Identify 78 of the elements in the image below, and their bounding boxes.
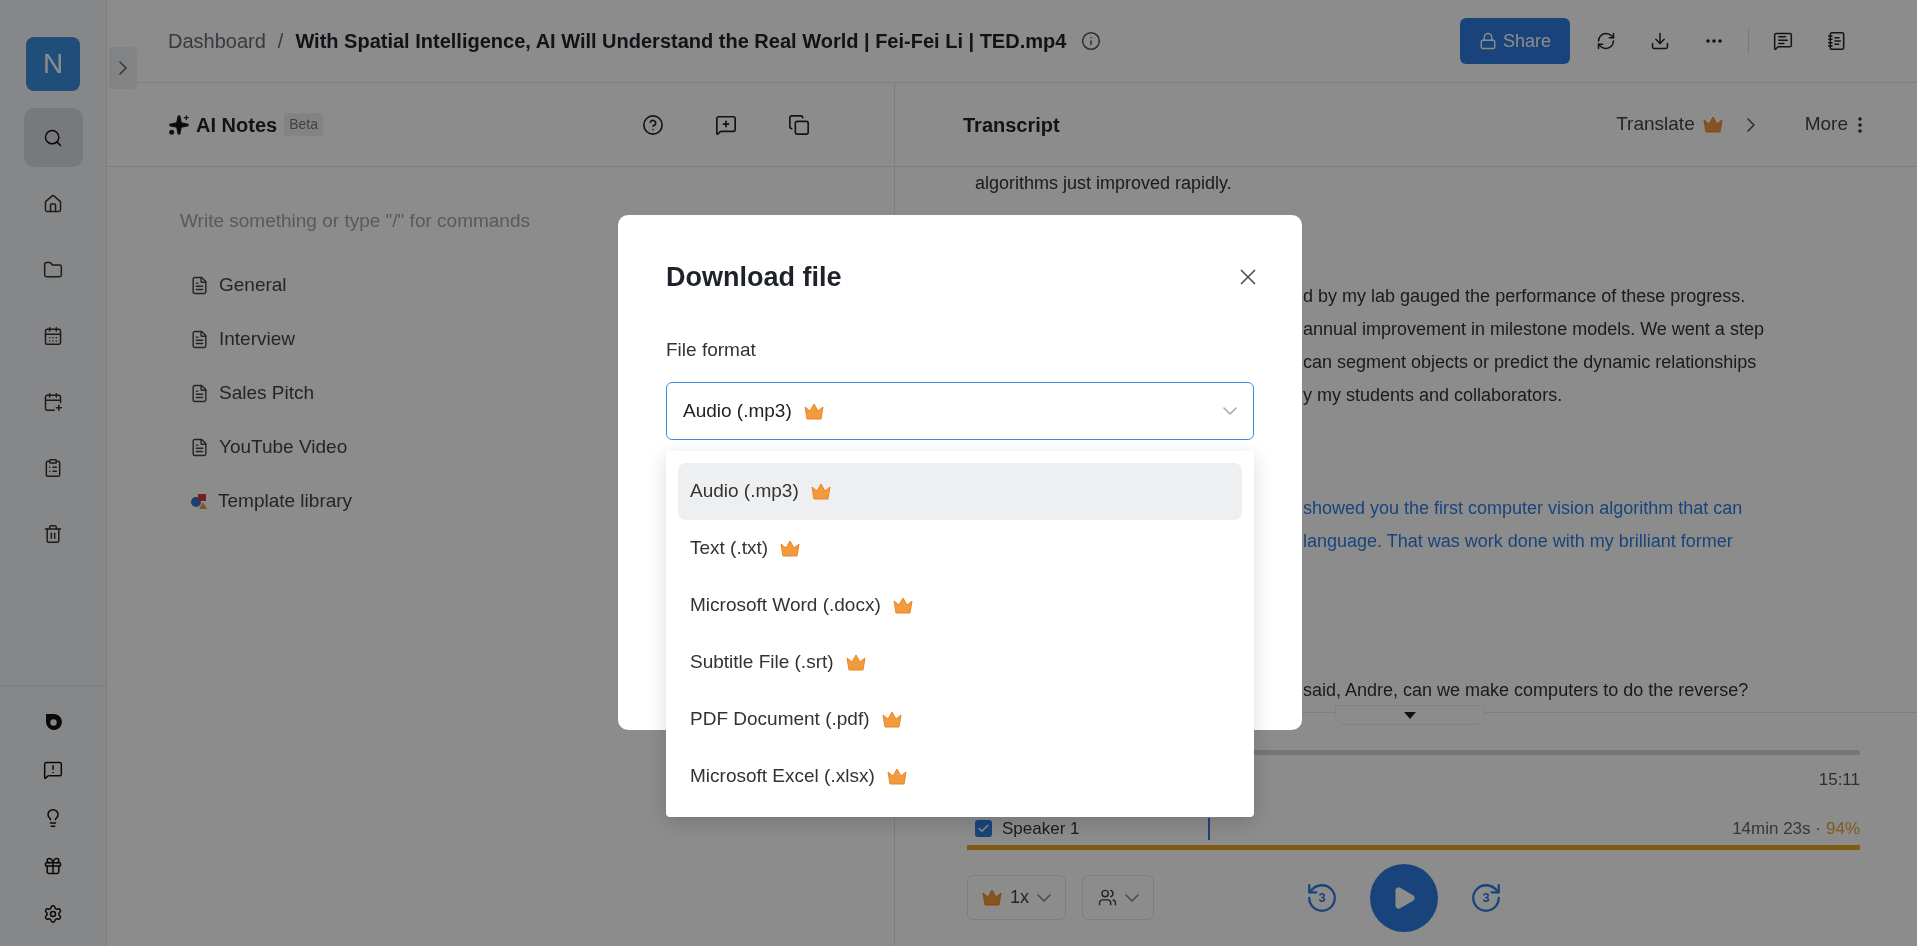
format-option[interactable]: PDF Document (.pdf) (678, 691, 1242, 748)
settings-icon (43, 904, 63, 924)
check-icon (977, 822, 990, 835)
format-option[interactable]: Microsoft Excel (.xlsx) (678, 748, 1242, 805)
crown-icon (982, 889, 1002, 906)
crown-icon (1702, 116, 1723, 133)
chevron-down-icon (1124, 893, 1139, 902)
duration-text: 15:11 (1818, 769, 1860, 791)
feedback-icon (43, 760, 63, 780)
info-icon (1081, 31, 1102, 51)
speaker-share: 94% (1825, 817, 1860, 840)
speakers-button[interactable] (1082, 875, 1154, 920)
shapes-icon (190, 492, 208, 510)
ellipsis-icon (1706, 39, 1722, 43)
folder-icon (43, 259, 63, 280)
transcript-paragraph: d by my lab gauged the performance of these progress. annual improvement in milestone models. We went a step can segment objects or predict the dynamic relationships y my students and collaborators. (1303, 285, 1765, 407)
file-title: With Spatial Intelligence, AI Will Understand the Real World | Fei-Fei Li | TED.mp4 (295, 29, 1067, 54)
crown-icon (845, 654, 866, 671)
format-option[interactable]: Text (.txt) (678, 520, 1242, 577)
skip-back-button[interactable]: 3 (1304, 879, 1340, 916)
chevron-down-icon (1223, 407, 1237, 415)
share-button[interactable]: Share (1460, 18, 1570, 64)
people-icon (1097, 888, 1117, 907)
format-select[interactable]: Audio (.mp3) (666, 382, 1254, 440)
comment-icon (1773, 31, 1793, 51)
dialog-title: Download file (666, 261, 842, 294)
panel-title: AI Notes (196, 112, 278, 138)
document-icon (190, 437, 209, 457)
trash-icon (43, 523, 63, 544)
notebook-icon (1827, 31, 1847, 51)
speed-button[interactable]: 1x (967, 875, 1066, 920)
beta-badge: Beta (284, 113, 323, 136)
speaker-name: Speaker 1 (1002, 817, 1080, 840)
crown-icon (881, 711, 902, 728)
avatar[interactable]: N (26, 37, 80, 91)
sparkle-icon (168, 113, 190, 136)
nav-button[interactable] (23, 108, 83, 167)
speaker-checkbox[interactable] (975, 820, 992, 837)
message-edit-icon (715, 113, 737, 136)
crown-icon (810, 483, 831, 500)
vertical-dots-icon (1858, 116, 1862, 133)
document-icon (190, 329, 209, 349)
document-icon (190, 383, 209, 403)
transcript-paragraph: showed you the first computer vision algorithm that can language. That was work done with my brilliant former (1303, 497, 1744, 553)
breadcrumb-separator: / (277, 29, 284, 54)
format-option[interactable]: Subtitle File (.srt) (678, 634, 1242, 691)
crown-icon (780, 540, 801, 557)
chevron-down-icon (1037, 893, 1051, 902)
crown-icon (892, 597, 913, 614)
more-menu-button[interactable]: More (1804, 110, 1862, 139)
download-icon (1650, 31, 1670, 51)
gift-icon (43, 856, 63, 876)
logo-icon (43, 712, 63, 732)
calendar-plus-icon (43, 391, 63, 412)
list-icon (43, 457, 63, 478)
format-option[interactable]: Microsoft Word (.docx) (678, 577, 1242, 634)
crown-icon (803, 402, 824, 420)
copy-icon (788, 113, 810, 136)
refresh-icon (1596, 31, 1616, 51)
help-icon (642, 113, 664, 136)
calendar-icon (43, 325, 63, 346)
chevron-right-icon (1746, 117, 1755, 132)
crown-icon (886, 768, 907, 785)
panel-title: Transcript (963, 112, 1060, 138)
translate-button[interactable]: Translate (1616, 110, 1723, 139)
home-icon (43, 193, 63, 214)
format-option[interactable]: Audio (.mp3) (678, 463, 1242, 520)
transcript-paragraph: said, Andre, can we make computers to do the reverse? (1303, 679, 1750, 702)
chevron-right-icon (119, 61, 127, 75)
breadcrumb-link[interactable]: Dashboard (168, 26, 266, 56)
speaker-time: 14min 23s · (1732, 817, 1821, 840)
document-icon (190, 275, 209, 295)
lock-icon (1478, 32, 1497, 50)
skip-forward-button[interactable]: 3 (1468, 879, 1504, 916)
transcript-paragraph: algorithms just improved rapidly. (975, 172, 1233, 195)
search-icon (43, 127, 63, 148)
caret-down-icon (1404, 711, 1416, 719)
field-label: File format (666, 337, 757, 362)
